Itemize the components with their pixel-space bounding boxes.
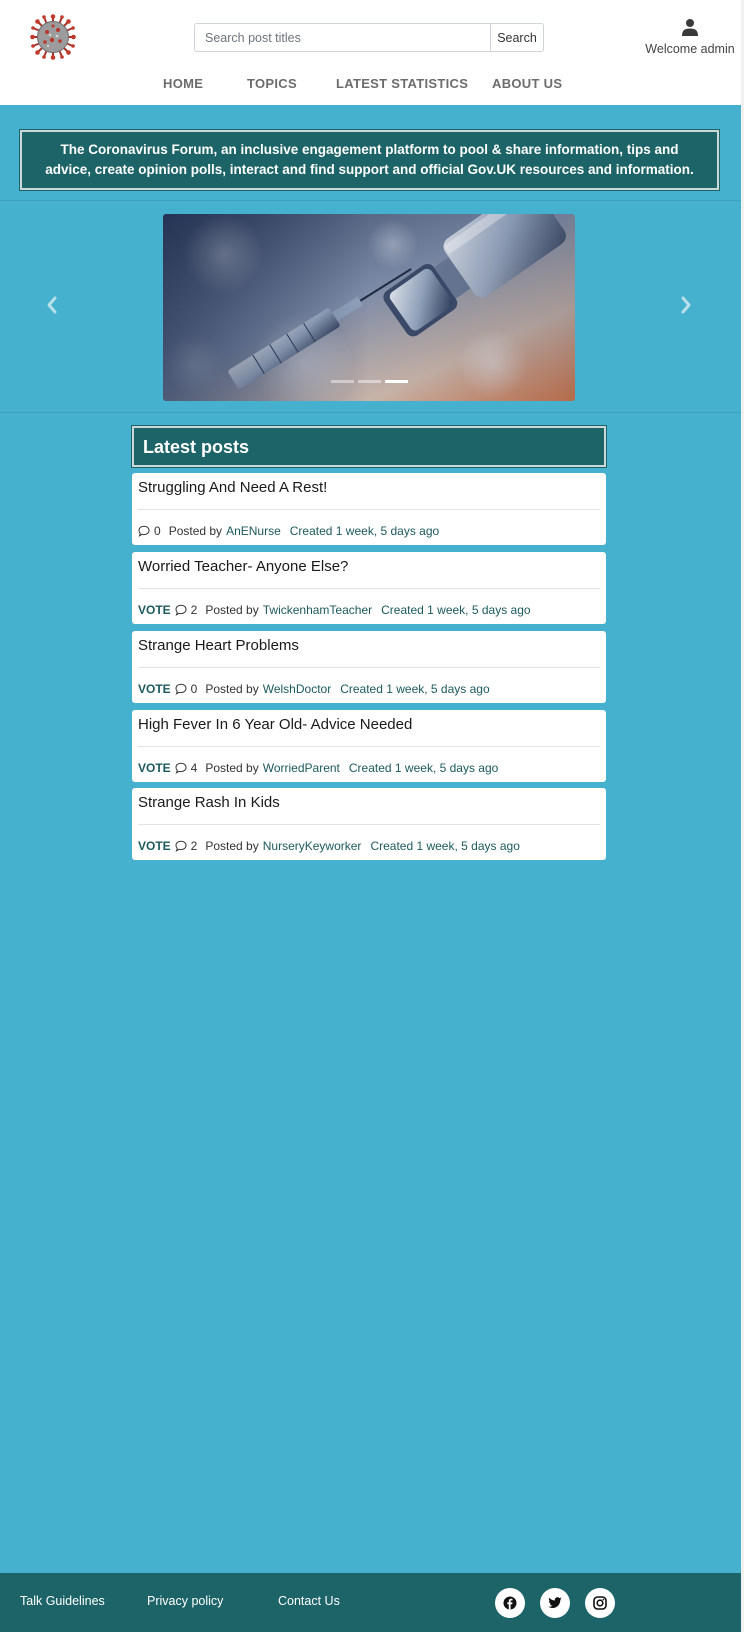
vote-button[interactable]: VOTE xyxy=(138,603,171,617)
post-author-link[interactable]: AnENurse xyxy=(226,524,281,538)
post-card[interactable]: Strange Rash In Kids VOTE 2 Posted by Nu… xyxy=(132,788,606,860)
post-meta: VOTE 4 Posted by WorriedParent Created 1… xyxy=(138,761,498,775)
comment-count: 4 xyxy=(190,761,198,775)
post-meta: 0 Posted by AnENurse Created 1 week, 5 d… xyxy=(138,524,439,538)
posted-by-label: Posted by xyxy=(205,603,259,617)
carousel-indicators xyxy=(163,380,575,383)
comment-count: 0 xyxy=(190,682,198,696)
site-header: Search Welcome admin HOME TOPICS LATEST … xyxy=(0,0,741,105)
carousel-slide-image xyxy=(163,214,575,401)
post-card[interactable]: High Fever In 6 Year Old- Advice Needed … xyxy=(132,710,606,782)
posted-by-label: Posted by xyxy=(205,839,259,853)
nav-about-us[interactable]: ABOUT US xyxy=(492,76,562,91)
vote-button[interactable]: VOTE xyxy=(138,682,171,696)
post-card[interactable]: Strange Heart Problems VOTE 0 Posted by … xyxy=(132,631,606,703)
instagram-icon[interactable] xyxy=(585,1588,615,1618)
post-title[interactable]: Strange Heart Problems xyxy=(138,637,299,654)
comment-count: 2 xyxy=(190,839,198,853)
post-title[interactable]: Struggling And Need A Rest! xyxy=(138,479,327,496)
main-nav: HOME TOPICS LATEST STATISTICS ABOUT US xyxy=(0,76,741,96)
site-footer: Talk Guidelines Privacy policy Contact U… xyxy=(0,1573,741,1632)
footer-link-contact-us[interactable]: Contact Us xyxy=(278,1594,340,1608)
carousel-indicator-2[interactable] xyxy=(357,380,381,383)
post-author-link[interactable]: WorriedParent xyxy=(263,761,340,775)
post-title[interactable]: High Fever In 6 Year Old- Advice Needed xyxy=(138,716,412,733)
post-author-link[interactable]: WelshDoctor xyxy=(263,682,331,696)
post-card[interactable]: Worried Teacher- Anyone Else? VOTE 2 Pos… xyxy=(132,552,606,624)
carousel-indicator-1[interactable] xyxy=(330,380,354,383)
post-title[interactable]: Worried Teacher- Anyone Else? xyxy=(138,558,348,575)
comment-icon xyxy=(175,604,187,616)
post-meta: VOTE 2 Posted by TwickenhamTeacher Creat… xyxy=(138,603,531,617)
post-divider xyxy=(138,588,600,589)
coronavirus-logo-icon[interactable] xyxy=(30,14,76,60)
vote-button[interactable]: VOTE xyxy=(138,839,171,853)
chevron-left-icon[interactable] xyxy=(42,293,62,317)
post-created-time: Created 1 week, 5 days ago xyxy=(289,524,440,538)
post-card[interactable]: Struggling And Need A Rest! 0 Posted by … xyxy=(132,473,606,545)
search-form: Search xyxy=(194,23,544,52)
page: Search Welcome admin HOME TOPICS LATEST … xyxy=(0,0,741,1632)
footer-link-talk-guidelines[interactable]: Talk Guidelines xyxy=(20,1594,105,1608)
intro-section: The Coronavirus Forum, an inclusive enga… xyxy=(0,105,741,201)
latest-posts-heading: Latest posts xyxy=(131,425,607,468)
post-author-link[interactable]: TwickenhamTeacher xyxy=(263,603,372,617)
comment-icon xyxy=(138,525,150,537)
post-meta: VOTE 0 Posted by WelshDoctor Created 1 w… xyxy=(138,682,490,696)
post-created-time: Created 1 week, 5 days ago xyxy=(340,682,490,696)
post-created-time: Created 1 week, 5 days ago xyxy=(370,839,520,853)
post-author-link[interactable]: NurseryKeyworker xyxy=(263,839,362,853)
posted-by-label: Posted by xyxy=(205,761,259,775)
user-icon[interactable] xyxy=(681,18,699,36)
twitter-icon[interactable] xyxy=(540,1588,570,1618)
post-divider xyxy=(138,746,600,747)
post-divider xyxy=(138,667,600,668)
post-divider xyxy=(138,824,600,825)
intro-banner: The Coronavirus Forum, an inclusive enga… xyxy=(19,129,720,191)
posted-by-label: Posted by xyxy=(205,682,259,696)
facebook-icon[interactable] xyxy=(495,1588,525,1618)
user-menu[interactable]: Welcome admin xyxy=(640,18,740,58)
search-input[interactable] xyxy=(194,23,490,52)
post-divider xyxy=(138,509,600,510)
vote-button[interactable]: VOTE xyxy=(138,761,171,775)
chevron-right-icon[interactable] xyxy=(676,293,696,317)
carousel-indicator-3[interactable] xyxy=(384,380,408,383)
footer-link-privacy-policy[interactable]: Privacy policy xyxy=(147,1594,223,1608)
comment-count: 2 xyxy=(190,603,198,617)
comment-count: 0 xyxy=(154,524,161,538)
comment-icon xyxy=(175,762,187,774)
vaccine-vial-image xyxy=(163,214,575,401)
image-carousel xyxy=(0,201,741,413)
comment-icon xyxy=(175,683,187,695)
post-created-time: Created 1 week, 5 days ago xyxy=(381,603,531,617)
nav-home[interactable]: HOME xyxy=(163,76,203,91)
nav-latest-statistics[interactable]: LATEST STATISTICS xyxy=(336,76,468,91)
posted-by-label: Posted by xyxy=(168,524,223,538)
post-meta: VOTE 2 Posted by NurseryKeyworker Create… xyxy=(138,839,520,853)
welcome-text: Welcome admin xyxy=(645,42,735,56)
nav-topics[interactable]: TOPICS xyxy=(247,76,297,91)
comment-icon xyxy=(175,840,187,852)
post-title[interactable]: Strange Rash In Kids xyxy=(138,794,280,811)
post-created-time: Created 1 week, 5 days ago xyxy=(348,761,499,775)
search-button[interactable]: Search xyxy=(490,23,544,52)
